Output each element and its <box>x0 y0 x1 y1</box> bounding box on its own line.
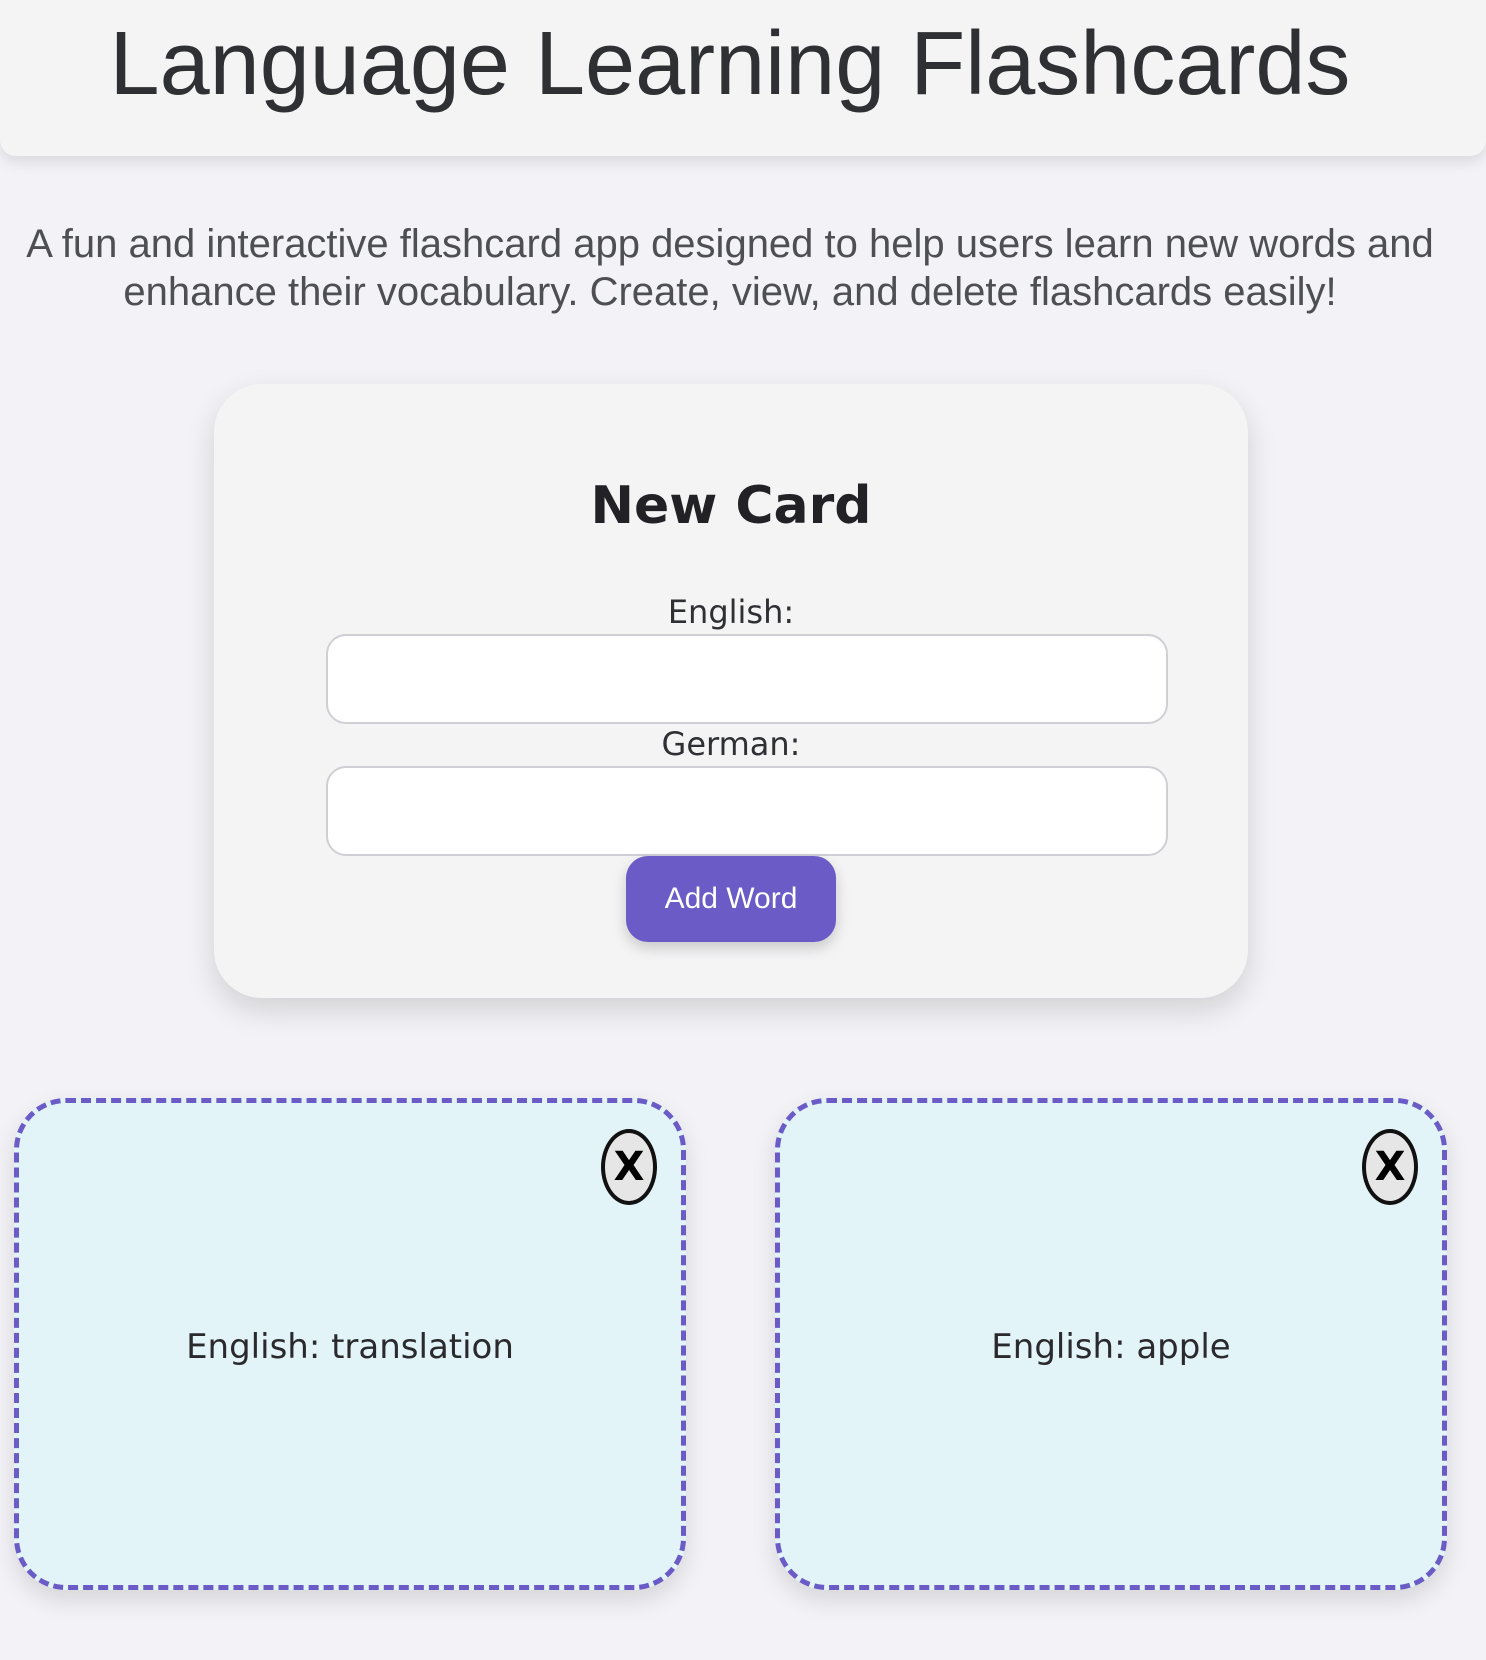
app-description: A fun and interactive flashcard app desi… <box>26 222 1434 314</box>
close-icon[interactable]: X <box>1362 1129 1418 1205</box>
add-word-button[interactable]: Add Word <box>626 856 836 942</box>
page-title: Language Learning Flashcards <box>109 14 1351 114</box>
flashcard-text: English: translation <box>186 1327 514 1367</box>
german-label: German: <box>661 725 801 763</box>
close-icon[interactable]: X <box>601 1129 657 1205</box>
german-input[interactable] <box>326 766 1168 856</box>
new-card-title: New Card <box>590 476 872 536</box>
app-header: Language Learning Flashcards <box>0 0 1486 156</box>
flashcard[interactable]: X English: apple <box>775 1098 1447 1590</box>
flashcard-text: English: apple <box>991 1327 1231 1367</box>
flashcard[interactable]: X English: translation <box>14 1098 686 1590</box>
new-card-form: New Card English: German: Add Word <box>214 384 1248 998</box>
english-input[interactable] <box>326 634 1168 724</box>
english-label: English: <box>667 593 795 631</box>
